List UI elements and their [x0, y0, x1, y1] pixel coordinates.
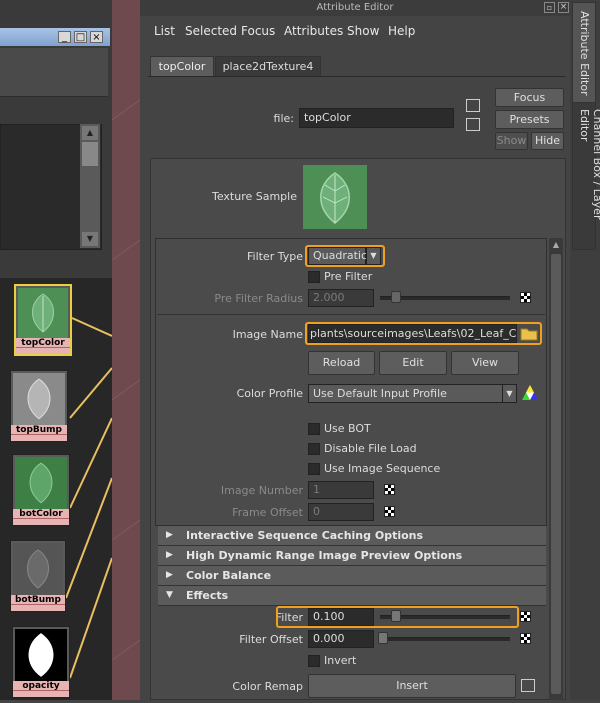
color-profile-label: Color Profile: [236, 387, 303, 400]
image-number-label: Image Number: [220, 484, 303, 497]
node-topbump[interactable]: topBump: [10, 370, 68, 442]
image-number-field[interactable]: 1: [308, 481, 374, 499]
invert-checkbox[interactable]: [308, 655, 320, 667]
scroll-down-icon[interactable]: ▼: [82, 232, 98, 246]
maximize-icon[interactable]: □: [74, 31, 87, 43]
invert-label: Invert: [324, 654, 357, 667]
image-name-label: Image Name: [232, 328, 303, 341]
chevron-down-icon[interactable]: ▼: [502, 384, 517, 403]
use-bot-label: Use BOT: [324, 422, 371, 435]
menu-list[interactable]: List: [154, 24, 175, 38]
hypershade-toolbar: [0, 48, 108, 97]
menu-selected[interactable]: Selected: [185, 24, 237, 38]
chevron-right-icon: ▶: [166, 550, 173, 560]
texture-sample-label: Texture Sample: [211, 190, 297, 203]
scroll-up-icon[interactable]: ▲: [82, 126, 98, 140]
leaf-thumbnail: [15, 629, 67, 681]
section-color-balance[interactable]: ▶ Color Balance: [158, 566, 546, 586]
filter-offset-field[interactable]: 0.000: [308, 630, 374, 648]
viewport-3d[interactable]: [111, 0, 141, 700]
menu-help[interactable]: Help: [388, 24, 415, 38]
leaf-thumbnail: [15, 457, 67, 509]
presets-button[interactable]: Presets: [495, 110, 564, 129]
chevron-right-icon: ▶: [166, 570, 173, 580]
scroll-thumb[interactable]: [551, 254, 561, 694]
float-icon[interactable]: ▫: [544, 2, 555, 13]
node-topcolor[interactable]: topColor: [14, 284, 72, 356]
minimize-icon[interactable]: _: [58, 31, 71, 43]
pre-filter-radius-field[interactable]: 2.000: [308, 289, 374, 307]
hide-button[interactable]: Hide: [531, 132, 564, 150]
menu-attributes[interactable]: Attributes: [284, 24, 343, 38]
section-hdr-preview[interactable]: ▶ High Dynamic Range Image Preview Optio…: [158, 546, 546, 566]
filter-type-label: Filter Type: [246, 250, 303, 263]
ae-scrollbar[interactable]: ▲: [549, 238, 563, 700]
scroll-thumb[interactable]: [82, 142, 98, 166]
section-effects[interactable]: ▼ Effects: [158, 586, 546, 606]
pre-filter-label: Pre Filter: [324, 270, 373, 283]
tab-place2dtexture4[interactable]: place2dTexture4: [215, 56, 321, 76]
texture-sample-swatch[interactable]: [303, 165, 367, 229]
map-button-icon[interactable]: [384, 506, 395, 517]
map-button-icon[interactable]: [520, 611, 531, 622]
hypershade-scrollbar[interactable]: ▲ ▼: [80, 124, 100, 248]
menu-show[interactable]: Show: [347, 24, 379, 38]
filter-offset-slider-knob[interactable]: [378, 632, 388, 644]
window-title: Attribute Editor: [140, 0, 570, 16]
close-icon[interactable]: ×: [90, 31, 103, 43]
map-button-icon[interactable]: [520, 633, 531, 644]
tab-channel-box[interactable]: Channel Box / Layer Editor: [572, 102, 600, 250]
chevron-down-icon: ▼: [166, 590, 173, 600]
leaf-icon: [320, 172, 350, 224]
leaf-thumbnail: [18, 288, 68, 338]
map-button-icon[interactable]: [384, 484, 395, 495]
focus-button[interactable]: Focus: [495, 88, 564, 107]
use-image-sequence-label: Use Image Sequence: [324, 462, 441, 475]
show-button[interactable]: Show: [495, 132, 528, 150]
chevron-right-icon: ▶: [166, 530, 173, 540]
color-remap-label: Color Remap: [232, 680, 303, 693]
disable-file-load-checkbox[interactable]: [308, 443, 320, 455]
highlight-filter: [276, 606, 519, 628]
leaf-thumbnail: [13, 543, 63, 595]
file-name-field[interactable]: topColor: [299, 108, 454, 128]
node-botcolor[interactable]: botColor: [12, 454, 70, 526]
use-image-sequence-checkbox[interactable]: [308, 463, 320, 475]
section-interactive-sequence-caching[interactable]: ▶ Interactive Sequence Caching Options: [158, 526, 546, 546]
use-bot-checkbox[interactable]: [308, 423, 320, 435]
view-button[interactable]: View: [451, 351, 519, 375]
close-icon[interactable]: ×: [558, 2, 569, 13]
insert-button[interactable]: Insert: [308, 674, 516, 698]
input-connection-icon[interactable]: [521, 679, 535, 692]
pre-filter-radius-label: Pre Filter Radius: [214, 292, 303, 305]
reload-button[interactable]: Reload: [308, 351, 375, 375]
hypershade-titlebar: _ □ ×: [0, 28, 110, 46]
disable-file-load-label: Disable File Load: [324, 442, 417, 455]
frame-offset-label: Frame Offset: [232, 506, 303, 519]
output-connection-icon[interactable]: [466, 118, 480, 131]
node-opacity[interactable]: opacity: [12, 626, 70, 698]
leaf-thumbnail: [13, 373, 65, 425]
input-connection-icon[interactable]: [466, 99, 480, 112]
scroll-up-icon[interactable]: ▲: [550, 240, 562, 250]
filter-offset-label: Filter Offset: [239, 633, 303, 646]
highlight-filter-type: [305, 245, 385, 267]
color-management-icon[interactable]: [521, 384, 539, 402]
filter-offset-slider[interactable]: [380, 637, 510, 641]
tab-topcolor[interactable]: topColor: [150, 56, 214, 76]
highlight-image-name: [305, 322, 542, 345]
map-button-icon[interactable]: [520, 292, 531, 303]
pre-filter-radius-knob[interactable]: [391, 291, 401, 303]
file-label: file:: [273, 112, 294, 125]
frame-offset-field[interactable]: 0: [308, 503, 374, 521]
viewport-grid: [111, 99, 141, 661]
edit-button[interactable]: Edit: [379, 351, 447, 375]
node-botbump[interactable]: botBump: [10, 540, 66, 612]
pre-filter-checkbox[interactable]: [308, 271, 320, 283]
color-profile-dropdown[interactable]: Use Default Input Profile: [308, 384, 504, 403]
menu-focus[interactable]: Focus: [241, 24, 275, 38]
